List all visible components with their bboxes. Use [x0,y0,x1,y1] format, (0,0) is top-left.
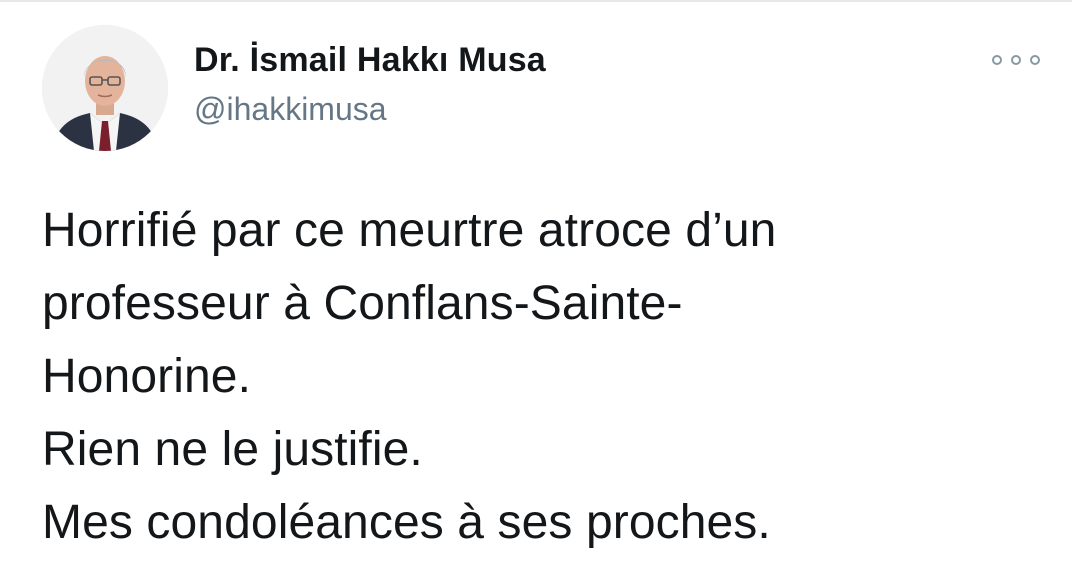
tweet-text: Horrifié par ce meurtre atroce d’un prof… [42,194,1042,559]
dot-icon [1011,55,1021,65]
avatar[interactable] [42,25,168,151]
user-handle[interactable]: @ihakkimusa [194,88,387,130]
top-divider [0,0,1072,2]
more-options-icon[interactable] [992,48,1040,72]
tweet-line: Horrifié par ce meurtre atroce d’un [42,204,777,257]
tweet-line: Honorine. [42,350,252,403]
tweet-line: Rien ne le justifie. [42,423,423,476]
dot-icon [992,55,1002,65]
tweet-line: Mes condoléances à ses proches. [42,496,771,549]
dot-icon [1030,55,1040,65]
tweet-line: professeur à Conflans-Sainte- [42,277,683,330]
display-name[interactable]: Dr. İsmail Hakkı Musa [194,38,546,82]
avatar-portrait-icon [42,25,168,151]
